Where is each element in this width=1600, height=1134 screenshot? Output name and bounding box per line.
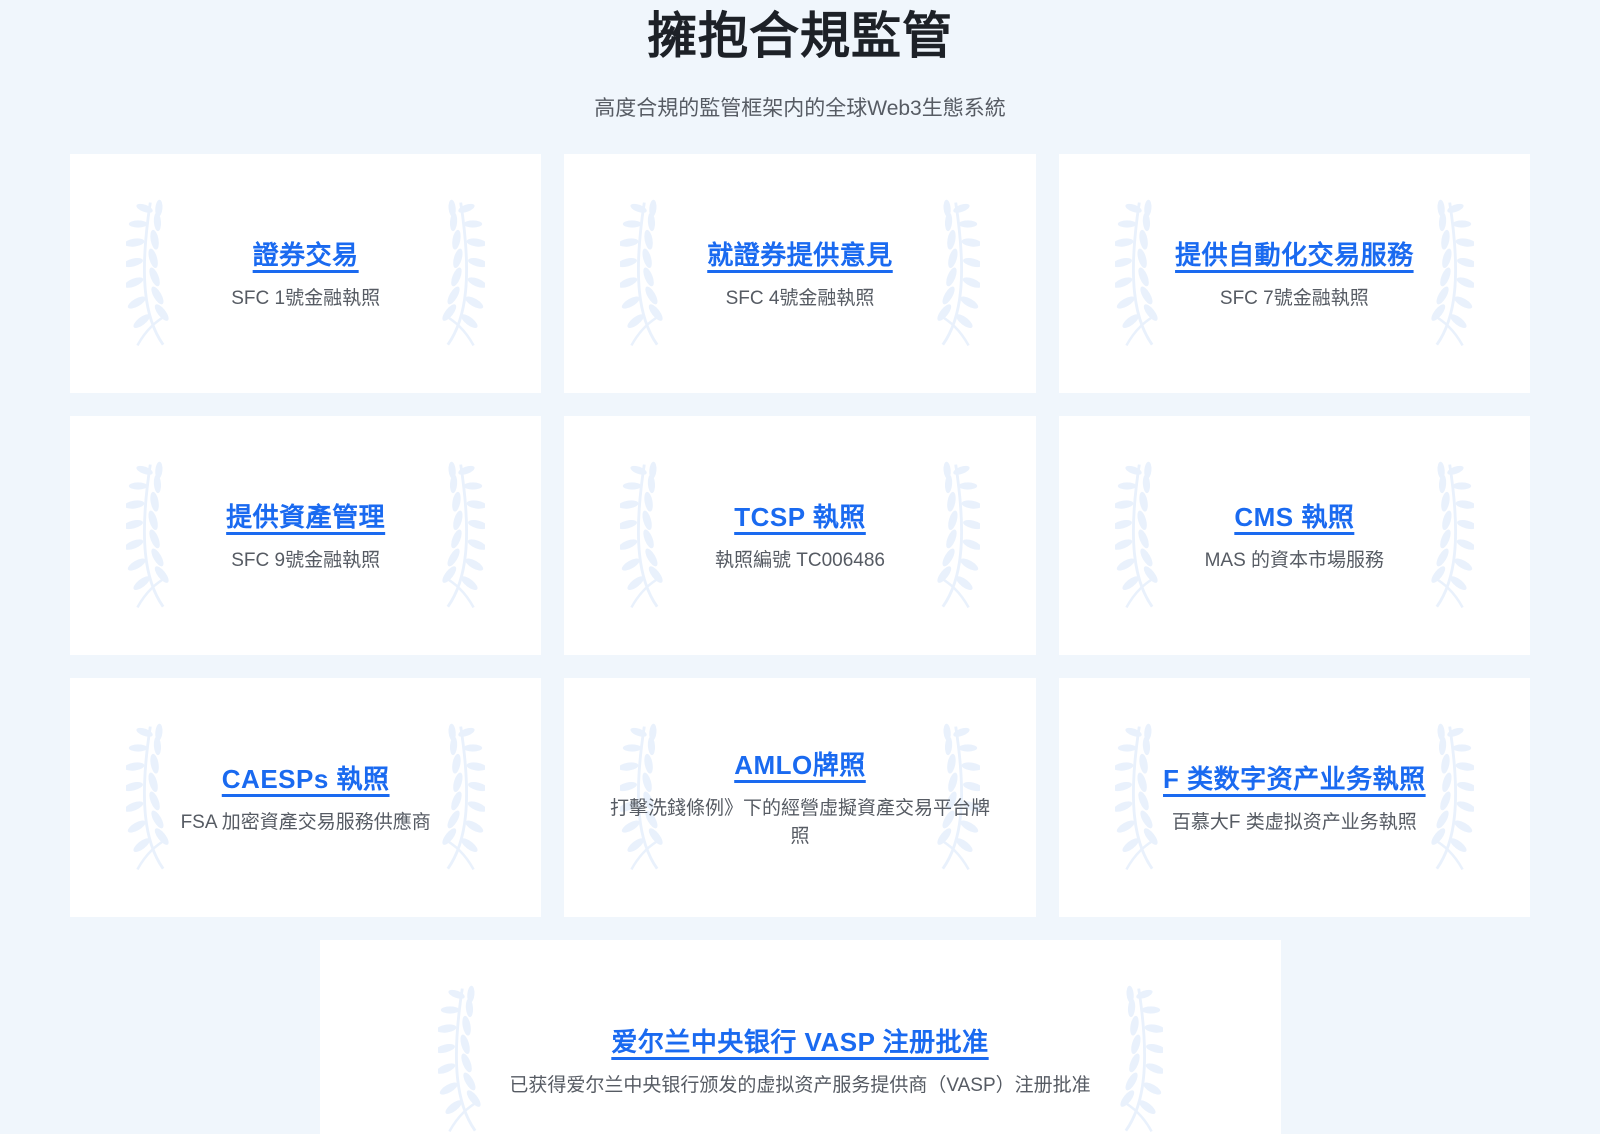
license-subtitle: SFC 9號金融執照 (231, 547, 380, 575)
license-subtitle: FSA 加密資產交易服務供應商 (181, 809, 431, 837)
license-card-vasp-ireland: 爱尔兰中央银行 VASP 注册批准 已获得爱尔兰中央银行颁发的虚拟资产服务提供商… (320, 940, 1281, 1134)
license-title-link[interactable]: 提供自動化交易服務 (1175, 235, 1414, 272)
license-title-link[interactable]: CAESPs 執照 (222, 759, 390, 796)
laurel-branch-right-icon (435, 452, 485, 620)
license-subtitle: SFC 1號金融執照 (231, 285, 380, 313)
license-card-securities-trading: 證券交易 SFC 1號金融執照 (70, 154, 541, 393)
license-title-link[interactable]: 證券交易 (253, 235, 359, 272)
license-card-automated-trading: 提供自動化交易服務 SFC 7號金融執照 (1059, 154, 1530, 393)
laurel-branch-right-icon (435, 714, 485, 882)
license-card-advising-securities: 就證券提供意見 SFC 4號金融執照 (564, 154, 1035, 393)
license-cards-grid: 證券交易 SFC 1號金融執照 就證券提供意見 SFC 4號金融執照 提供自動化… (0, 154, 1600, 917)
license-subtitle: MAS 的資本市場服務 (1205, 547, 1384, 575)
laurel-branch-left-icon (438, 976, 488, 1134)
laurel-branch-left-icon (1115, 190, 1165, 358)
laurel-branch-right-icon (930, 452, 980, 620)
license-title-link[interactable]: CMS 執照 (1234, 497, 1354, 534)
license-subtitle: 執照編號 TC006486 (715, 547, 885, 575)
laurel-branch-left-icon (620, 452, 670, 620)
laurel-branch-left-icon (620, 190, 670, 358)
license-subtitle: 已获得爱尔兰中央银行颁发的虚拟资产服务提供商（VASP）注册批准 (509, 1072, 1090, 1100)
license-title-link[interactable]: 爱尔兰中央银行 VASP 注册批准 (611, 1022, 988, 1059)
license-title-link[interactable]: TCSP 執照 (734, 497, 866, 534)
license-subtitle: SFC 7號金融執照 (1220, 285, 1369, 313)
page-title: 擁抱合規監管 (0, 4, 1600, 69)
page-subtitle: 高度合規的監管框架内的全球Web3生態系統 (0, 94, 1600, 123)
license-title-link[interactable]: F 类数字资产业务執照 (1163, 759, 1426, 796)
license-card-cms: CMS 執照 MAS 的資本市場服務 (1059, 416, 1530, 655)
license-title-link[interactable]: 就證券提供意見 (707, 235, 893, 272)
license-card-class-f-digital-asset: F 类数字资产业务執照 百慕大F 类虚拟资产业务執照 (1059, 678, 1530, 917)
laurel-branch-right-icon (930, 190, 980, 358)
license-card-tcsp: TCSP 執照 執照編號 TC006486 (564, 416, 1035, 655)
laurel-branch-right-icon (1424, 190, 1474, 358)
laurel-branch-right-icon (1424, 714, 1474, 882)
laurel-branch-left-icon (126, 714, 176, 882)
license-card-amlo: AMLO牌照 打擊洗錢條例》下的經營虛擬資產交易平台牌照 (564, 678, 1035, 917)
license-subtitle: 百慕大F 类虚拟资产业务執照 (1172, 809, 1417, 837)
laurel-branch-right-icon (1113, 976, 1163, 1134)
license-card-caesps: CAESPs 執照 FSA 加密資產交易服務供應商 (70, 678, 541, 917)
license-title-link[interactable]: 提供資產管理 (226, 497, 385, 534)
laurel-branch-left-icon (126, 452, 176, 620)
license-subtitle: 打擊洗錢條例》下的經營虛擬資產交易平台牌照 (604, 795, 996, 850)
laurel-branch-right-icon (1424, 452, 1474, 620)
license-card-asset-management: 提供資產管理 SFC 9號金融執照 (70, 416, 541, 655)
license-title-link[interactable]: AMLO牌照 (734, 745, 866, 782)
laurel-branch-left-icon (1115, 714, 1165, 882)
laurel-branch-left-icon (1115, 452, 1165, 620)
laurel-branch-left-icon (126, 190, 176, 358)
laurel-branch-right-icon (435, 190, 485, 358)
license-subtitle: SFC 4號金融執照 (726, 285, 875, 313)
compliance-section-header: 擁抱合規監管 高度合規的監管框架内的全球Web3生態系統 (0, 0, 1600, 123)
wide-card-row: 爱尔兰中央银行 VASP 注册批准 已获得爱尔兰中央银行颁发的虚拟资产服务提供商… (0, 940, 1600, 1134)
